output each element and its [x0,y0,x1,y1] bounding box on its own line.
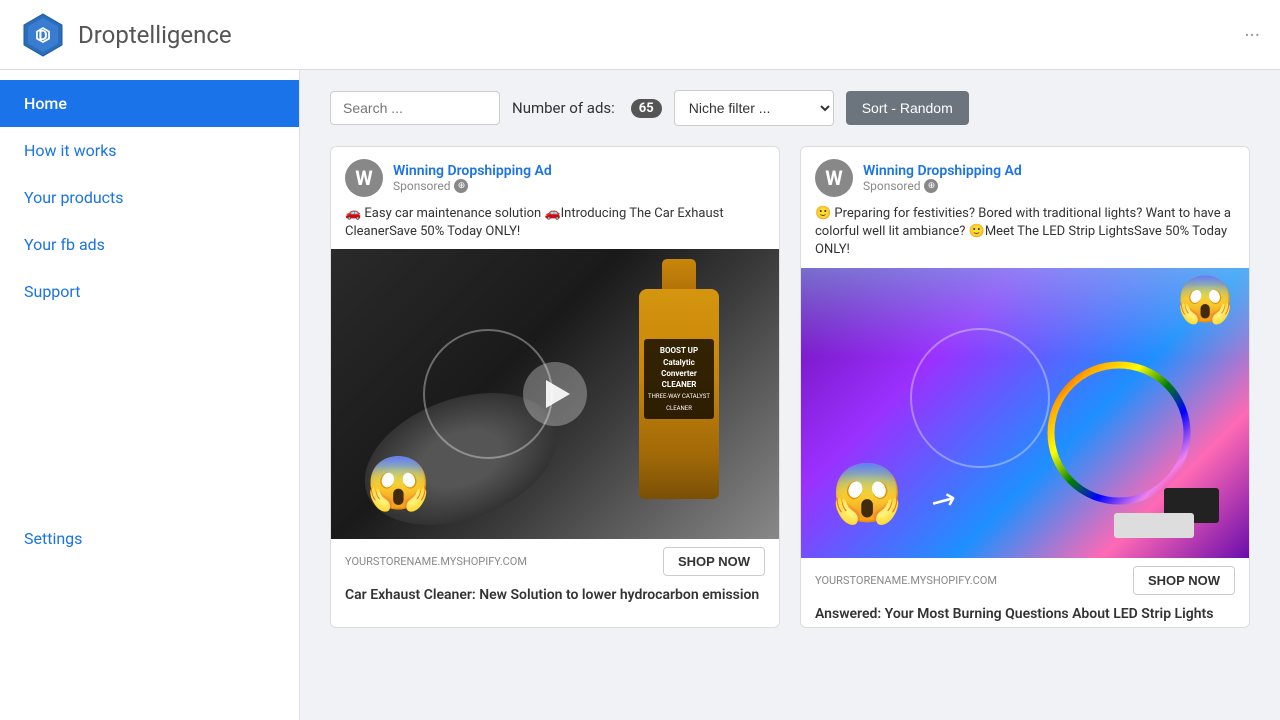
search-input[interactable] [330,91,500,125]
ad-1-product: Car Exhaust Cleaner: New Solution to low… [331,580,779,608]
ad-2-image: 😱 😱 ↗ [801,268,1249,558]
num-ads-label: Number of ads: [512,99,615,117]
circular-overlay [423,329,553,459]
ad-2-image-bg: 😱 😱 ↗ [801,268,1249,558]
led-remote [1114,513,1194,538]
ads-count-badge: 65 [631,99,662,118]
ad-2-meta: Winning Dropshipping Ad Sponsored ⊕ [863,163,1022,193]
ad-2-page-name: Winning Dropshipping Ad [863,163,1022,179]
sidebar-item-your-fb-ads[interactable]: Your fb ads [0,221,299,268]
niche-filter-select[interactable]: Niche filter ... All Automotive Home & G… [674,90,834,126]
bottle-body: BOOST UPCatalytic ConverterCLEANERTHREE-… [639,289,719,499]
ad-card-1: W Winning Dropshipping Ad Sponsored ⊕ 🚗 … [330,146,780,628]
ad-card-2-header: W Winning Dropshipping Ad Sponsored ⊕ [801,147,1249,205]
sidebar-item-how-it-works[interactable]: How it works [0,127,299,174]
main-layout: Home How it works Your products Your fb … [0,70,1280,720]
logo-icon: ⬡ D [20,12,66,58]
bottle-label: BOOST UPCatalytic ConverterCLEANERTHREE-… [644,339,714,419]
ad-1-product-title: Car Exhaust Cleaner: New Solution to low… [345,586,765,604]
toolbar: Number of ads: 65 Niche filter ... All A… [330,90,1250,126]
ad-2-description: 🙂 Preparing for festivities? Bored with … [801,205,1249,268]
led-emoji-2: 😱 [1177,273,1234,327]
ad-1-sponsored-icon: ⊕ [454,179,468,193]
sidebar-item-settings[interactable]: Settings [0,515,299,562]
ad-1-image: BOOST UPCatalytic ConverterCLEANERTHREE-… [331,249,779,539]
svg-text:D: D [38,28,47,44]
led-circular-overlay [910,328,1050,468]
led-emoji-1: 😱 [831,460,903,528]
app-header: ⬡ D Droptelligence ··· [0,0,1280,70]
sidebar-item-home[interactable]: Home [0,80,299,127]
header-menu[interactable]: ··· [1244,23,1260,47]
ad-card-1-header: W Winning Dropshipping Ad Sponsored ⊕ [331,147,779,205]
app-title: Droptelligence [78,21,232,49]
ad-1-sponsored: Sponsored ⊕ [393,179,552,193]
ad-1-footer-url: YOURSTORENAME.MYSHOPIFY.COM SHOP NOW [331,539,779,580]
ad-2-product: Answered: Your Most Burning Questions Ab… [801,599,1249,627]
ad-2-sponsored-icon: ⊕ [924,179,938,193]
ad-2-product-title: Answered: Your Most Burning Questions Ab… [815,605,1235,623]
ad-card-2: W Winning Dropshipping Ad Sponsored ⊕ 🙂 … [800,146,1250,628]
ad-2-shop-now-button[interactable]: SHOP NOW [1133,566,1235,595]
ad-2-sponsored: Sponsored ⊕ [863,179,1022,193]
ad-1-description: 🚗 Easy car maintenance solution 🚗Introdu… [331,205,779,249]
ad-2-store-url: YOURSTORENAME.MYSHOPIFY.COM [815,574,997,587]
main-content: Number of ads: 65 Niche filter ... All A… [300,70,1280,720]
led-circle-container [1044,358,1194,508]
ad-1-shop-now-button[interactable]: SHOP NOW [663,547,765,576]
ads-grid: W Winning Dropshipping Ad Sponsored ⊕ 🚗 … [330,146,1250,628]
logo: ⬡ D Droptelligence [20,12,232,58]
emoji-shocked: 😱 [366,453,431,514]
sidebar-item-support[interactable]: Support [0,268,299,315]
ad-2-avatar: W [815,159,853,197]
led-circle-svg [1044,358,1194,508]
ad-1-avatar: W [345,159,383,197]
ad-2-footer-url: YOURSTORENAME.MYSHOPIFY.COM SHOP NOW [801,558,1249,599]
bottle: BOOST UPCatalytic ConverterCLEANERTHREE-… [639,259,719,509]
ad-1-image-bg: BOOST UPCatalytic ConverterCLEANERTHREE-… [331,249,779,539]
ad-1-page-name: Winning Dropshipping Ad [393,163,552,179]
sidebar-spacer [0,315,299,515]
ad-1-meta: Winning Dropshipping Ad Sponsored ⊕ [393,163,552,193]
sort-random-button[interactable]: Sort - Random [846,91,969,125]
arrow-icon: ↗ [924,479,963,522]
sidebar-item-your-products[interactable]: Your products [0,174,299,221]
sidebar: Home How it works Your products Your fb … [0,70,300,720]
ad-1-store-url: YOURSTORENAME.MYSHOPIFY.COM [345,555,527,568]
